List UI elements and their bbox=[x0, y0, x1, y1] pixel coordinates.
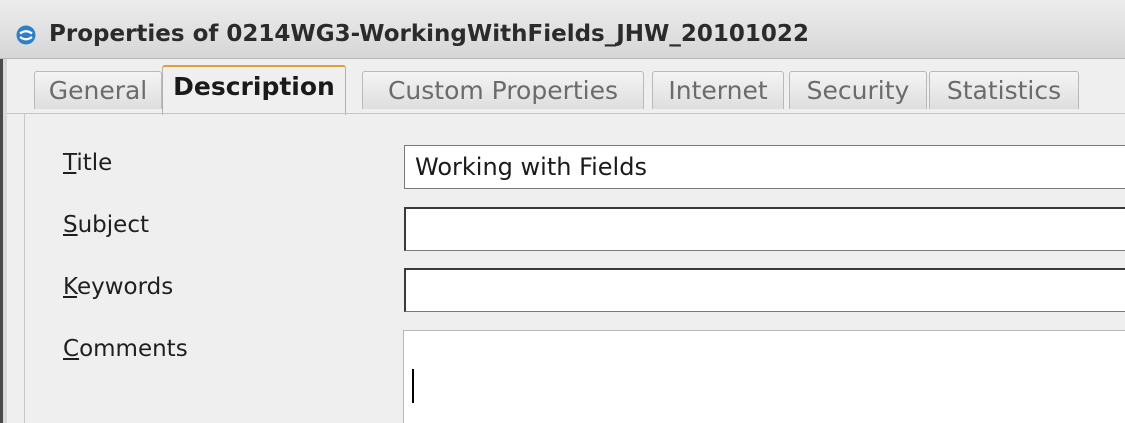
properties-dialog: Properties of 0214WG3-WorkingWithFields_… bbox=[0, 0, 1125, 423]
subject-label: Subject bbox=[63, 212, 149, 238]
libreoffice-icon bbox=[16, 25, 36, 45]
comments-label: Comments bbox=[63, 336, 188, 362]
tab-security[interactable]: Security bbox=[789, 71, 927, 109]
title-label: Title bbox=[63, 150, 113, 176]
tab-strip: General Description Custom Properties In… bbox=[7, 59, 1125, 115]
subject-field[interactable] bbox=[404, 207, 1125, 251]
tab-internet[interactable]: Internet bbox=[652, 71, 784, 109]
tab-description[interactable]: Description bbox=[162, 65, 346, 115]
comments-textarea[interactable] bbox=[403, 330, 1125, 423]
window-frame-left bbox=[0, 0, 7, 423]
keywords-label: Keywords bbox=[63, 274, 174, 300]
text-cursor bbox=[412, 369, 414, 403]
title-field[interactable]: Working with Fields bbox=[404, 145, 1125, 189]
title-bar[interactable]: Properties of 0214WG3-WorkingWithFields_… bbox=[0, 0, 1125, 59]
window-title: Properties of 0214WG3-WorkingWithFields_… bbox=[49, 21, 809, 47]
tab-panel-border bbox=[7, 113, 1125, 114]
tab-statistics[interactable]: Statistics bbox=[929, 71, 1079, 109]
tab-custom-properties[interactable]: Custom Properties bbox=[362, 71, 644, 109]
tab-general[interactable]: General bbox=[34, 71, 162, 109]
tab-panel-border-left bbox=[24, 113, 25, 423]
keywords-field[interactable] bbox=[404, 268, 1125, 312]
